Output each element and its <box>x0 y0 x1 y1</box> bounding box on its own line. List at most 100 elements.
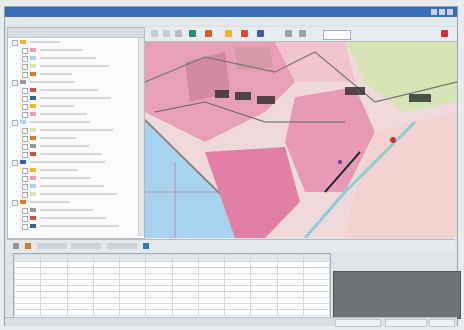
layer-tree-item[interactable] <box>8 78 144 86</box>
layer-symbol-icon <box>20 120 26 124</box>
layer-tree-item[interactable] <box>8 118 144 126</box>
table-cell <box>40 309 68 316</box>
close-icon[interactable] <box>447 9 453 15</box>
layer-name-placeholder <box>40 113 87 115</box>
column-header <box>92 254 121 262</box>
layer-tree <box>8 38 144 230</box>
zoom-out-icon[interactable] <box>299 30 306 37</box>
layer-symbol-icon <box>30 192 36 196</box>
title-bar <box>5 7 457 17</box>
table-row[interactable] <box>14 309 330 316</box>
filter-icon[interactable] <box>25 243 31 249</box>
zoom-in-icon[interactable] <box>175 30 182 37</box>
layer-name-placeholder <box>40 49 83 51</box>
column-header <box>118 254 147 262</box>
layer-name-placeholder <box>40 73 72 75</box>
column-header <box>14 254 42 262</box>
maximize-icon[interactable] <box>439 9 445 15</box>
select-icon[interactable] <box>225 30 232 37</box>
layer-name-placeholder <box>30 121 90 123</box>
layer-tree-item[interactable] <box>8 126 144 134</box>
layer-name-placeholder <box>40 57 96 59</box>
map-marker-icon[interactable] <box>338 160 342 164</box>
layer-tree-item[interactable] <box>8 158 144 166</box>
layer-symbol-icon <box>30 224 36 228</box>
layer-symbol-icon <box>30 144 36 148</box>
layer-tree-item[interactable] <box>8 134 144 142</box>
print-icon[interactable] <box>285 30 292 37</box>
layer-panel-scrollbar[interactable] <box>138 38 144 236</box>
layer-name-placeholder <box>40 97 111 99</box>
column-header <box>250 254 278 262</box>
table-cell <box>171 309 199 316</box>
layer-visibility-checkbox[interactable] <box>22 224 28 230</box>
column-header <box>302 254 330 262</box>
layer-symbol-icon <box>30 64 36 68</box>
table-cell <box>276 309 304 316</box>
column-header <box>197 254 226 262</box>
pointer-icon[interactable] <box>151 30 158 37</box>
layer-tree-item[interactable] <box>8 198 144 206</box>
layer-name-placeholder <box>40 209 93 211</box>
minimize-icon[interactable] <box>431 9 437 15</box>
layer-symbol-icon <box>30 56 36 60</box>
layer-symbol-icon <box>30 104 36 108</box>
measure-icon[interactable] <box>205 30 212 37</box>
layer-tree-item[interactable] <box>8 206 144 214</box>
table-icon[interactable] <box>13 243 19 249</box>
column-header <box>40 254 68 262</box>
help-icon[interactable] <box>441 30 448 37</box>
column-header <box>223 254 252 262</box>
attribute-table <box>13 253 331 319</box>
layer-tree-item[interactable] <box>8 214 144 222</box>
highlight-icon[interactable] <box>241 30 248 37</box>
menu-bar <box>5 17 457 25</box>
layer-tree-item[interactable] <box>8 166 144 174</box>
layer-tree-item[interactable] <box>8 102 144 110</box>
preview-pane <box>333 271 461 319</box>
layer-name-placeholder <box>40 129 113 131</box>
layer-symbol-icon <box>30 112 36 116</box>
layer-name-placeholder <box>40 217 106 219</box>
layer-tree-item[interactable] <box>8 62 144 70</box>
layer-tree-item[interactable] <box>8 86 144 94</box>
layer-name-placeholder <box>40 145 89 147</box>
attribute-tab[interactable] <box>71 243 101 249</box>
layer-tree-item[interactable] <box>8 94 144 102</box>
export-icon[interactable] <box>143 243 149 249</box>
layer-tree-item[interactable] <box>8 222 144 230</box>
layer-name-placeholder <box>30 81 75 83</box>
map-label-box <box>257 96 275 104</box>
map-svg <box>145 42 457 238</box>
pan-icon[interactable] <box>163 30 170 37</box>
map-canvas[interactable] <box>145 42 457 238</box>
layer-tree-item[interactable] <box>8 38 144 46</box>
layer-name-placeholder <box>40 137 76 139</box>
identify-icon[interactable] <box>189 30 196 37</box>
layer-name-placeholder <box>30 201 70 203</box>
zoom-level-field[interactable] <box>323 30 351 40</box>
window-controls <box>431 9 453 15</box>
layer-tree-item[interactable] <box>8 110 144 118</box>
attribute-tab[interactable] <box>37 243 67 249</box>
layer-tree-item[interactable] <box>8 182 144 190</box>
layer-icon[interactable] <box>257 30 264 37</box>
attribute-tab[interactable] <box>107 243 137 249</box>
layer-tree-item[interactable] <box>8 150 144 158</box>
table-cell <box>92 309 121 316</box>
layer-symbol-icon <box>20 80 26 84</box>
layer-name-placeholder <box>40 185 104 187</box>
layer-tree-item[interactable] <box>8 174 144 182</box>
layer-symbol-icon <box>30 184 36 188</box>
layer-name-placeholder <box>30 41 60 43</box>
layer-tree-item[interactable] <box>8 142 144 150</box>
layer-tree-item[interactable] <box>8 46 144 54</box>
layer-name-placeholder <box>40 89 98 91</box>
map-marker-icon[interactable] <box>390 137 396 143</box>
column-header <box>171 254 199 262</box>
layer-tree-item[interactable] <box>8 54 144 62</box>
layer-tree-item[interactable] <box>8 70 144 78</box>
layer-name-placeholder <box>30 161 105 163</box>
layer-tree-item[interactable] <box>8 190 144 198</box>
attribute-toolbar <box>7 239 455 252</box>
